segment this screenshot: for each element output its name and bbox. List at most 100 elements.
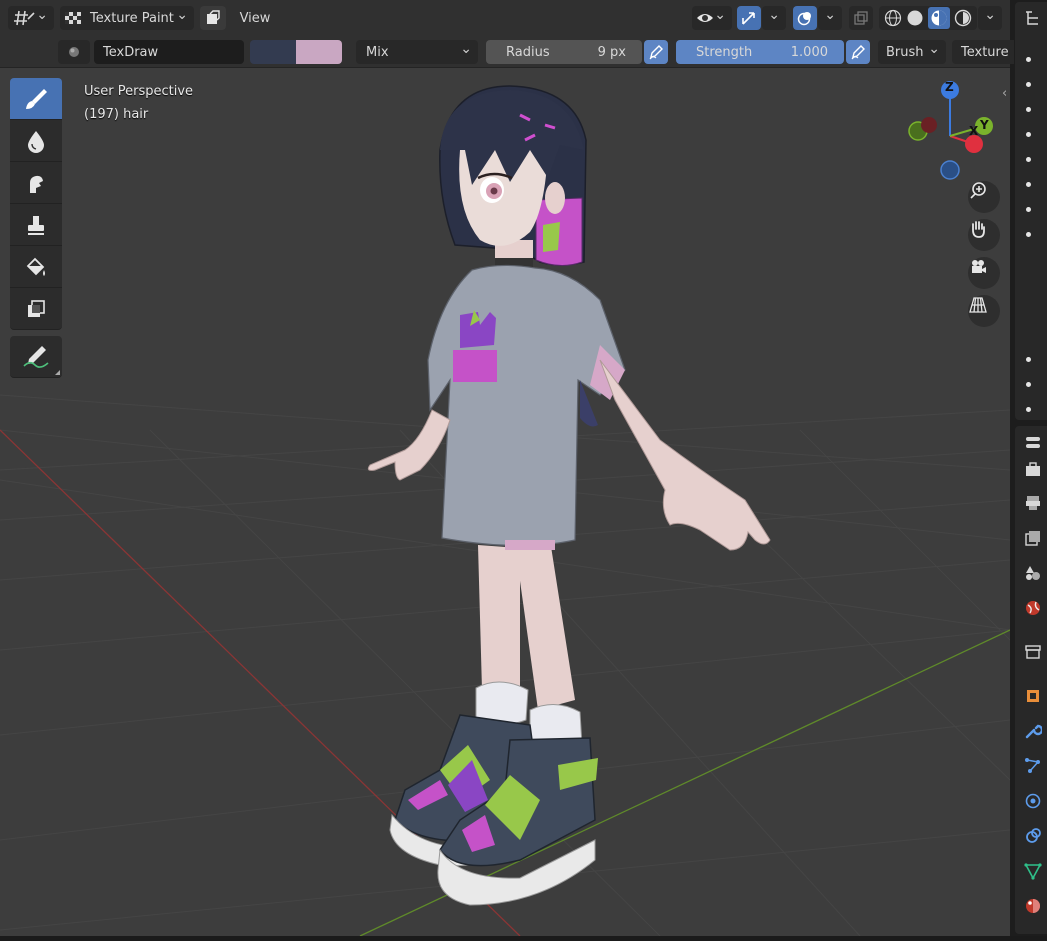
- navigation-gizmo[interactable]: [898, 80, 1002, 190]
- mode-label: Texture Paint: [90, 10, 174, 26]
- paint-mask-toggle[interactable]: [200, 6, 226, 30]
- material-shading-button[interactable]: [928, 7, 950, 29]
- outliner-row[interactable]: [1026, 382, 1031, 387]
- perspective-label: User Perspective: [84, 84, 194, 99]
- brush-preview[interactable]: [58, 40, 90, 64]
- render-properties-tab[interactable]: [1022, 492, 1044, 514]
- object-properties-tab[interactable]: [1022, 685, 1044, 707]
- tool-settings-bar: TexDraw Mix Radius 9 px Strength 1.000 B…: [0, 37, 1014, 68]
- wireframe-shading-icon[interactable]: [884, 9, 902, 27]
- constraints-properties-tab[interactable]: [1022, 825, 1044, 847]
- clone-tool[interactable]: [10, 204, 62, 246]
- properties-editor-type[interactable]: [1022, 432, 1044, 454]
- secondary-color-swatch[interactable]: [296, 40, 342, 64]
- pen-pressure-icon: [649, 45, 663, 60]
- data-properties-tab[interactable]: [1022, 860, 1044, 882]
- overlay-icon: [797, 12, 811, 26]
- viewport-info: User Perspective (197) hair: [84, 80, 193, 126]
- camera-view-button[interactable]: [968, 257, 1000, 289]
- outliner-row[interactable]: [1026, 357, 1031, 362]
- brush-menu[interactable]: Brush: [878, 40, 946, 64]
- solid-shading-icon[interactable]: [906, 9, 924, 27]
- brush-name-field[interactable]: TexDraw: [94, 40, 244, 64]
- gizmo-toggle[interactable]: [737, 6, 761, 30]
- mode-selector[interactable]: Texture Paint: [60, 6, 194, 30]
- rendered-shading-icon[interactable]: [954, 9, 972, 27]
- outliner-row[interactable]: [1026, 82, 1031, 87]
- checker-icon: [65, 12, 81, 24]
- scene-properties-tab[interactable]: [1022, 562, 1044, 584]
- render-icon: [1026, 496, 1040, 510]
- strength-slider[interactable]: Strength 1.000: [676, 40, 844, 64]
- outliner-row[interactable]: [1026, 232, 1031, 237]
- outliner-row[interactable]: [1026, 57, 1031, 62]
- draw-brush-icon: [26, 88, 47, 109]
- physics-properties-tab[interactable]: [1022, 790, 1044, 812]
- camera-icon: [972, 260, 986, 273]
- sidebar-toggle-chevron-icon[interactable]: ‹: [1002, 86, 1007, 101]
- editor-type-button[interactable]: [8, 6, 54, 30]
- radius-slider[interactable]: Radius 9 px: [486, 40, 642, 64]
- scene-icon: [1026, 566, 1040, 580]
- outliner-row[interactable]: [1026, 107, 1031, 112]
- outliner-row[interactable]: [1026, 407, 1031, 412]
- radius-pressure-toggle[interactable]: [644, 40, 668, 64]
- viewport-header: Texture Paint View: [0, 0, 1010, 37]
- fill-tool[interactable]: [10, 246, 62, 288]
- annotate-tool[interactable]: [10, 336, 62, 378]
- outliner-row[interactable]: [1026, 132, 1031, 137]
- grid-perspective-icon: [969, 297, 987, 313]
- hand-icon: [972, 221, 985, 238]
- gizmo-icon: [742, 12, 755, 25]
- outliner-filter-icon[interactable]: [1024, 10, 1042, 28]
- pan-button[interactable]: [968, 219, 1000, 251]
- draw-tool[interactable]: [10, 78, 62, 120]
- active-object-label: (197) hair: [84, 107, 149, 122]
- scene-render: [0, 85, 1010, 936]
- strength-pressure-toggle[interactable]: [846, 40, 870, 64]
- editor-type-icon: [14, 10, 35, 26]
- smear-tool[interactable]: [10, 162, 62, 204]
- zoom-button[interactable]: [968, 181, 1000, 213]
- collection-icon: [1025, 645, 1041, 659]
- visibility-dropdown[interactable]: [692, 6, 732, 30]
- outliner-row[interactable]: [1026, 207, 1031, 212]
- gizmo-x-label: X: [969, 124, 979, 138]
- tool-shelf: [10, 78, 62, 378]
- eye-icon: [697, 14, 713, 22]
- blend-mode-dropdown[interactable]: Mix: [356, 40, 478, 64]
- outliner-row[interactable]: [1026, 157, 1031, 162]
- object-icon: [1027, 690, 1039, 702]
- outliner-panel[interactable]: [1015, 2, 1047, 420]
- material-properties-tab[interactable]: [1022, 895, 1044, 917]
- status-strip: [0, 936, 1047, 941]
- 3d-viewport[interactable]: Z X Y ‹: [0, 68, 1010, 936]
- overlay-dropdown[interactable]: [818, 6, 842, 30]
- particles-properties-tab[interactable]: [1022, 755, 1044, 777]
- outliner-row[interactable]: [1026, 182, 1031, 187]
- clone-icon: [28, 215, 44, 235]
- gizmo-y-label: Y: [980, 118, 989, 132]
- modifier-properties-tab[interactable]: [1022, 720, 1044, 742]
- brush-sphere-icon: [69, 47, 79, 57]
- tool-properties-tab[interactable]: [1022, 458, 1044, 480]
- output-properties-tab[interactable]: [1022, 527, 1044, 549]
- gizmo-dropdown[interactable]: [762, 6, 786, 30]
- perspective-toggle-button[interactable]: [968, 295, 1000, 327]
- texture-menu[interactable]: Texture: [952, 40, 1014, 64]
- properties-icon: [1026, 437, 1040, 448]
- pen-pressure-icon: [851, 45, 865, 60]
- view-menu[interactable]: View: [232, 6, 278, 30]
- collection-properties-tab[interactable]: [1022, 641, 1044, 663]
- particles-icon: [1025, 758, 1040, 773]
- soften-tool[interactable]: [10, 120, 62, 162]
- physics-icon: [1025, 793, 1041, 809]
- shading-dropdown[interactable]: [978, 6, 1002, 30]
- gizmo-z-label: Z: [945, 80, 954, 94]
- xray-toggle[interactable]: [849, 6, 873, 30]
- overlay-toggle[interactable]: [793, 6, 817, 30]
- world-properties-tab[interactable]: [1022, 597, 1044, 619]
- mask-tool[interactable]: [10, 288, 62, 330]
- primary-color-swatch[interactable]: [250, 40, 296, 64]
- xray-icon: [854, 11, 868, 25]
